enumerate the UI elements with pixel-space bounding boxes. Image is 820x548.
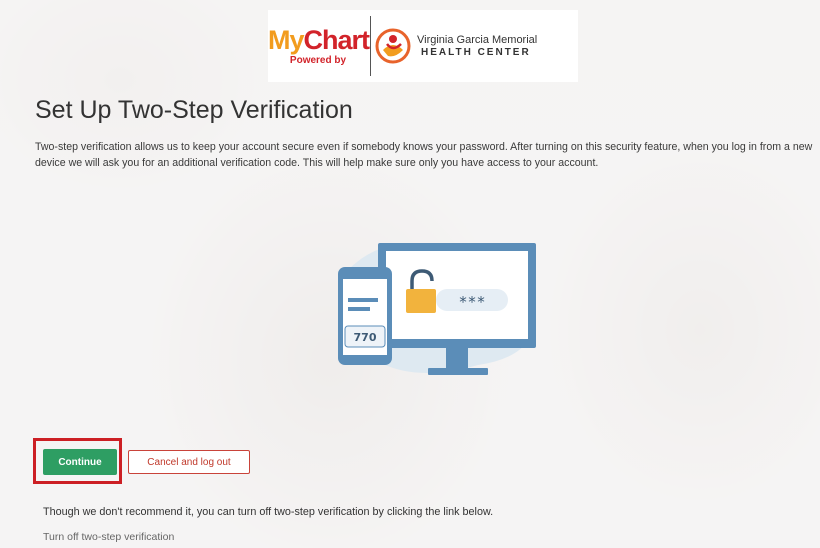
page-content: MyChart Powered by Virginia Garcia Memor… [0, 0, 820, 548]
phone-code: 770 [354, 331, 377, 344]
cancel-and-log-out-button[interactable]: Cancel and log out [128, 450, 250, 474]
password-field-icon: *** [436, 289, 508, 311]
mychart-logo-my: My [268, 24, 305, 55]
two-step-illustration: *** 770 [338, 243, 536, 375]
turn-off-note: Though we don't recommend it, you can tu… [43, 506, 494, 518]
page-title: Set Up Two-Step Verification [35, 96, 353, 124]
continue-button[interactable]: Continue [43, 449, 117, 475]
org-name-line2: HEALTH CENTER [421, 46, 531, 58]
mychart-logo: MyChart Powered by [268, 24, 371, 66]
mychart-logo-chart: Chart [303, 24, 371, 55]
turn-off-two-step-link[interactable]: Turn off two-step verification [43, 531, 174, 543]
logo-divider [370, 16, 371, 76]
phone-icon: 770 [338, 267, 392, 365]
health-center-seal-icon [375, 28, 411, 64]
powered-by-label: Powered by [289, 54, 347, 66]
password-mask: *** [458, 293, 485, 311]
page-description: Two-step verification allows us to keep … [35, 141, 813, 169]
org-name-line1: Virginia Garcia Memorial [417, 33, 538, 46]
header-logo: MyChart Powered by Virginia Garcia Memor… [268, 10, 578, 82]
health-center-name: Virginia Garcia Memorial HEALTH CENTER [417, 34, 537, 58]
